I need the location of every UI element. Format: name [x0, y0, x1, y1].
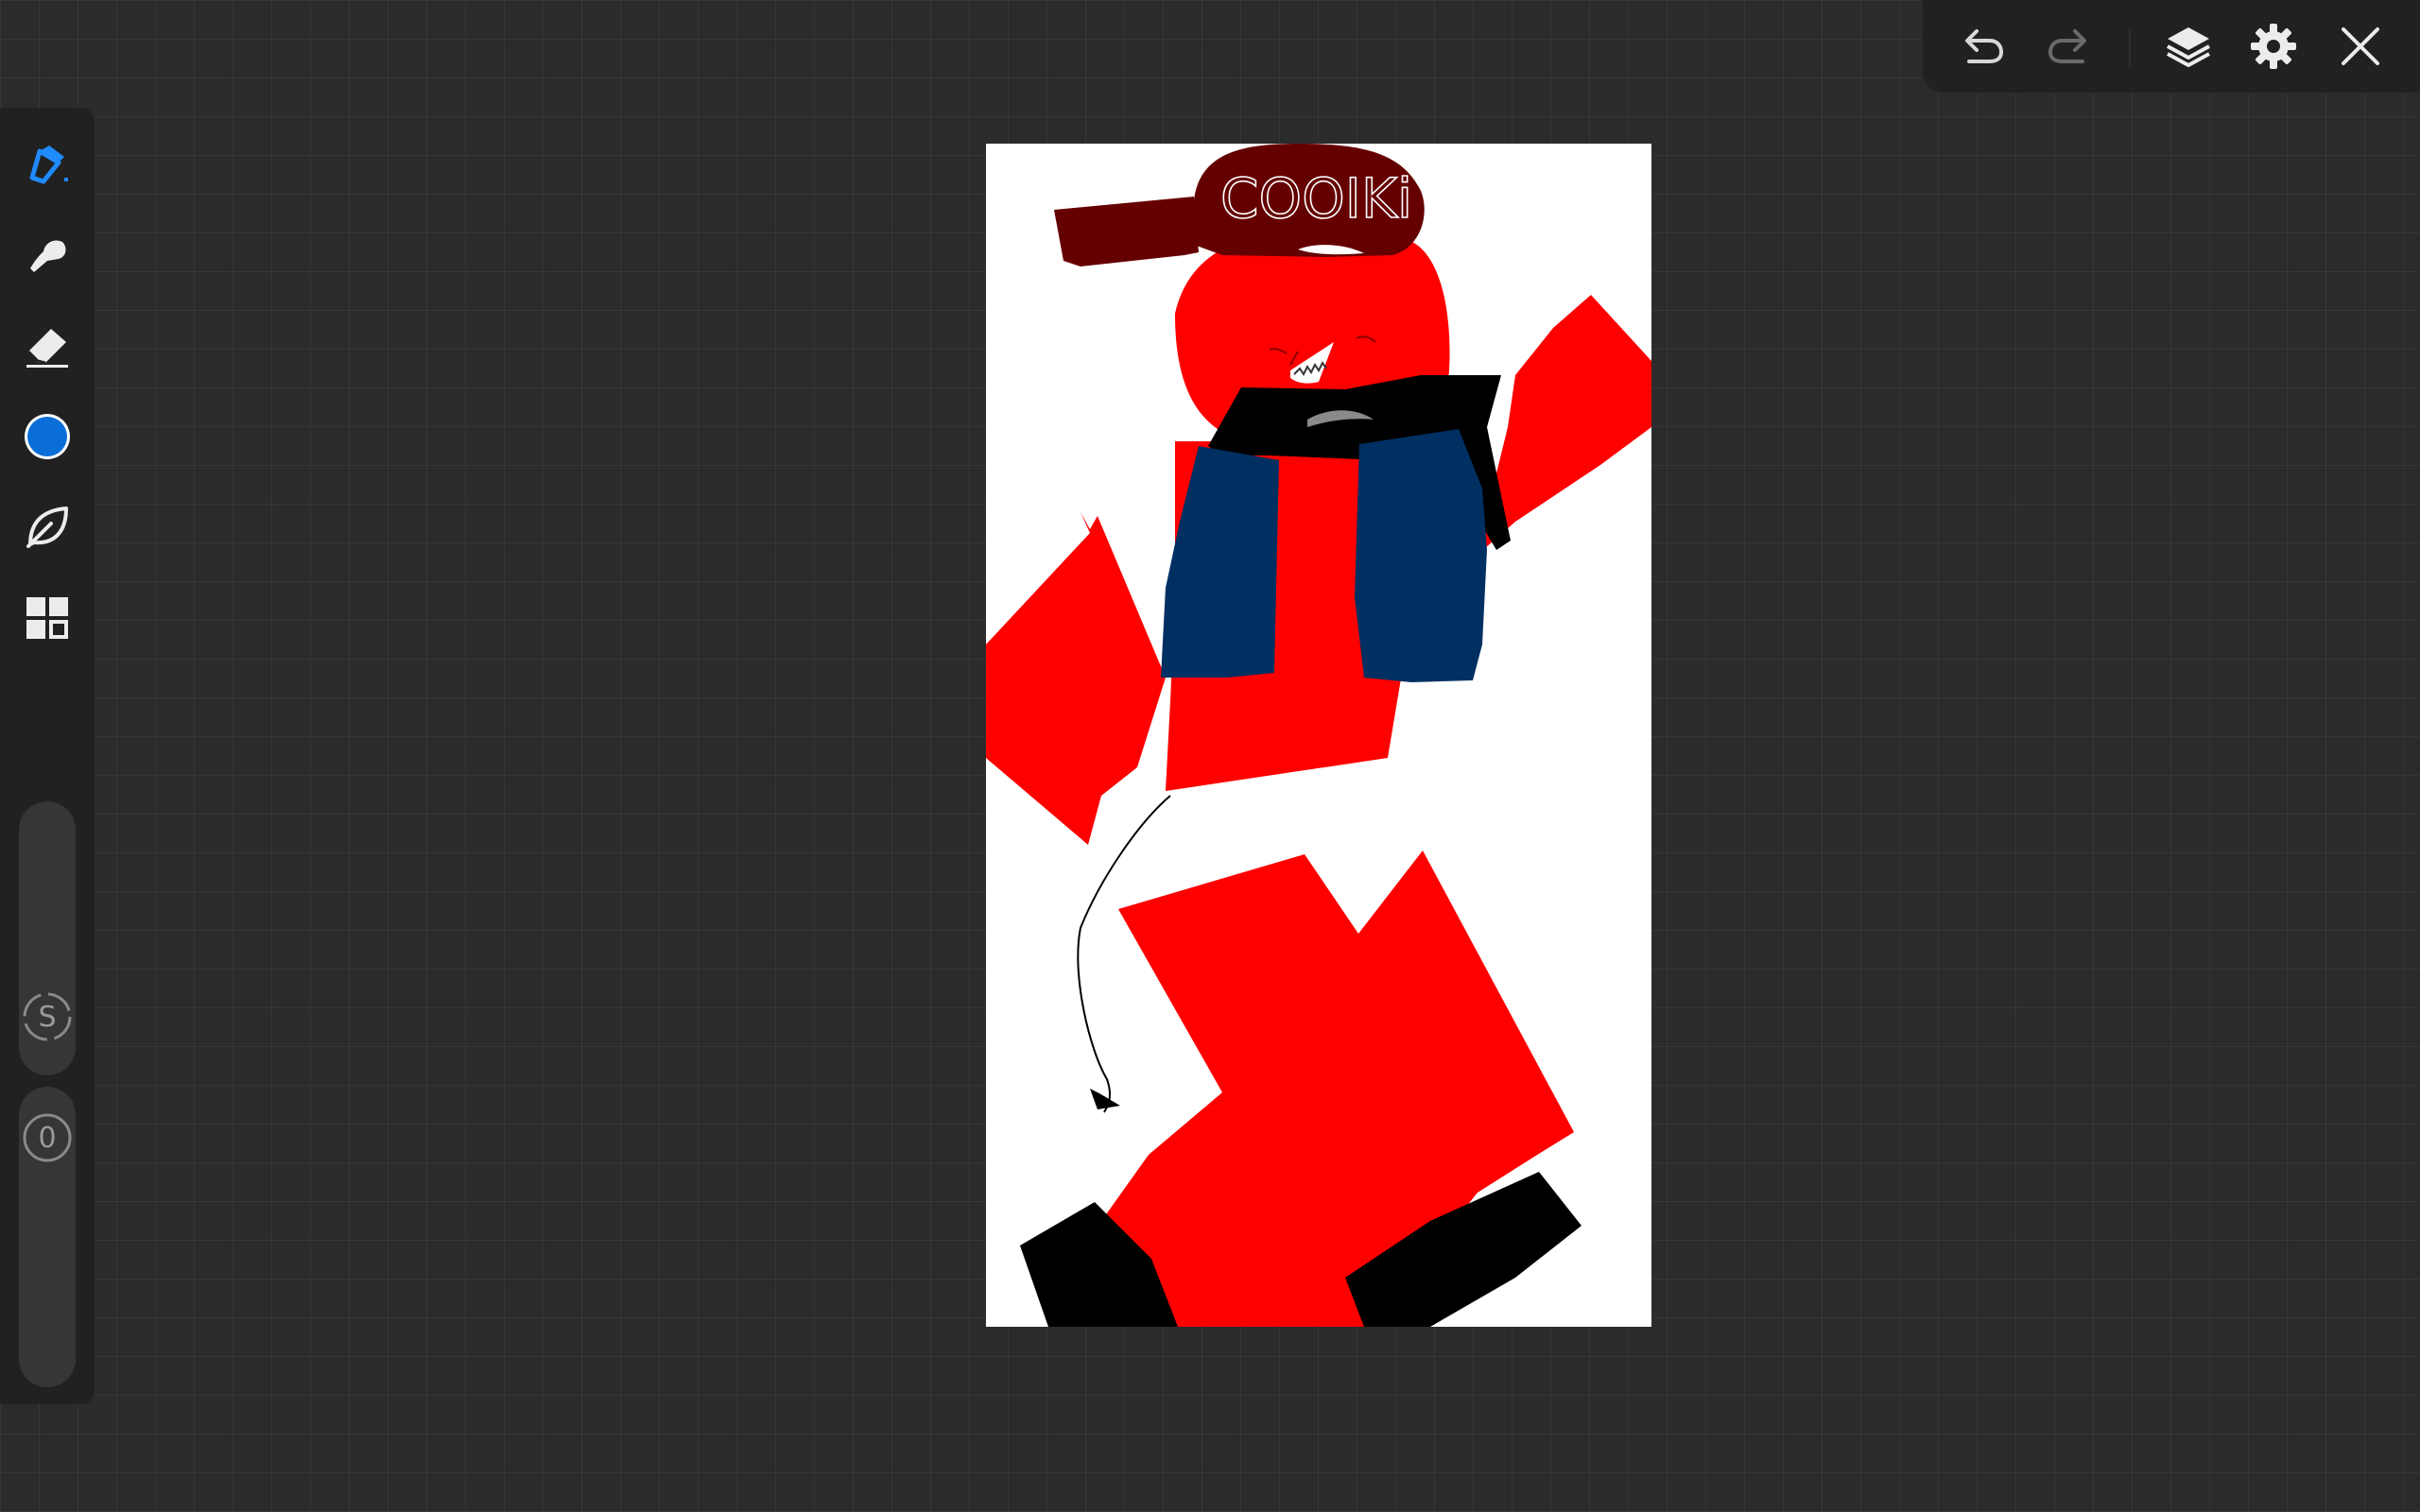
artwork-drawing: COOIKi — [986, 144, 1651, 1327]
eraser-tool[interactable] — [17, 316, 78, 376]
top-toolbar — [1923, 0, 2420, 93]
eraser-icon — [26, 329, 68, 368]
close-icon — [2342, 27, 2379, 65]
toolbar-divider — [2129, 28, 2131, 66]
adjustments-tool[interactable] — [17, 497, 78, 558]
brush-opacity-slider[interactable]: 0 — [19, 1087, 76, 1387]
brush-size-label: S — [38, 1000, 57, 1034]
gear-icon — [2251, 24, 2296, 69]
layers-button[interactable] — [2161, 19, 2216, 74]
left-toolbar: S 0 — [0, 108, 95, 1404]
undo-icon — [1965, 29, 2004, 63]
brush-opacity-label: 0 — [38, 1121, 57, 1155]
leaf-icon — [26, 507, 68, 548]
grid-icon — [26, 597, 68, 639]
vest-right — [1355, 429, 1487, 682]
drawing-canvas[interactable]: COOIKi — [986, 144, 1651, 1327]
brush-size-badge: S — [21, 990, 74, 1043]
gallery-tool[interactable] — [17, 588, 78, 648]
brush-opacity-badge: 0 — [21, 1111, 74, 1164]
brush-size-slider[interactable]: S — [19, 801, 76, 1075]
redo-button[interactable] — [2044, 19, 2099, 74]
settings-button[interactable] — [2246, 19, 2301, 74]
undo-button[interactable] — [1953, 19, 2008, 74]
pen-nib-icon — [29, 146, 68, 184]
pen-tool[interactable] — [17, 134, 78, 195]
color-swatch-icon — [25, 414, 70, 459]
smudge-finger-icon — [30, 240, 66, 272]
layers-icon — [2167, 27, 2210, 67]
close-button[interactable] — [2333, 19, 2388, 74]
cap-text: COOIKi — [1220, 166, 1412, 231]
redo-icon — [2048, 29, 2086, 63]
smudge-tool[interactable] — [17, 225, 78, 285]
color-tool[interactable] — [17, 406, 78, 467]
